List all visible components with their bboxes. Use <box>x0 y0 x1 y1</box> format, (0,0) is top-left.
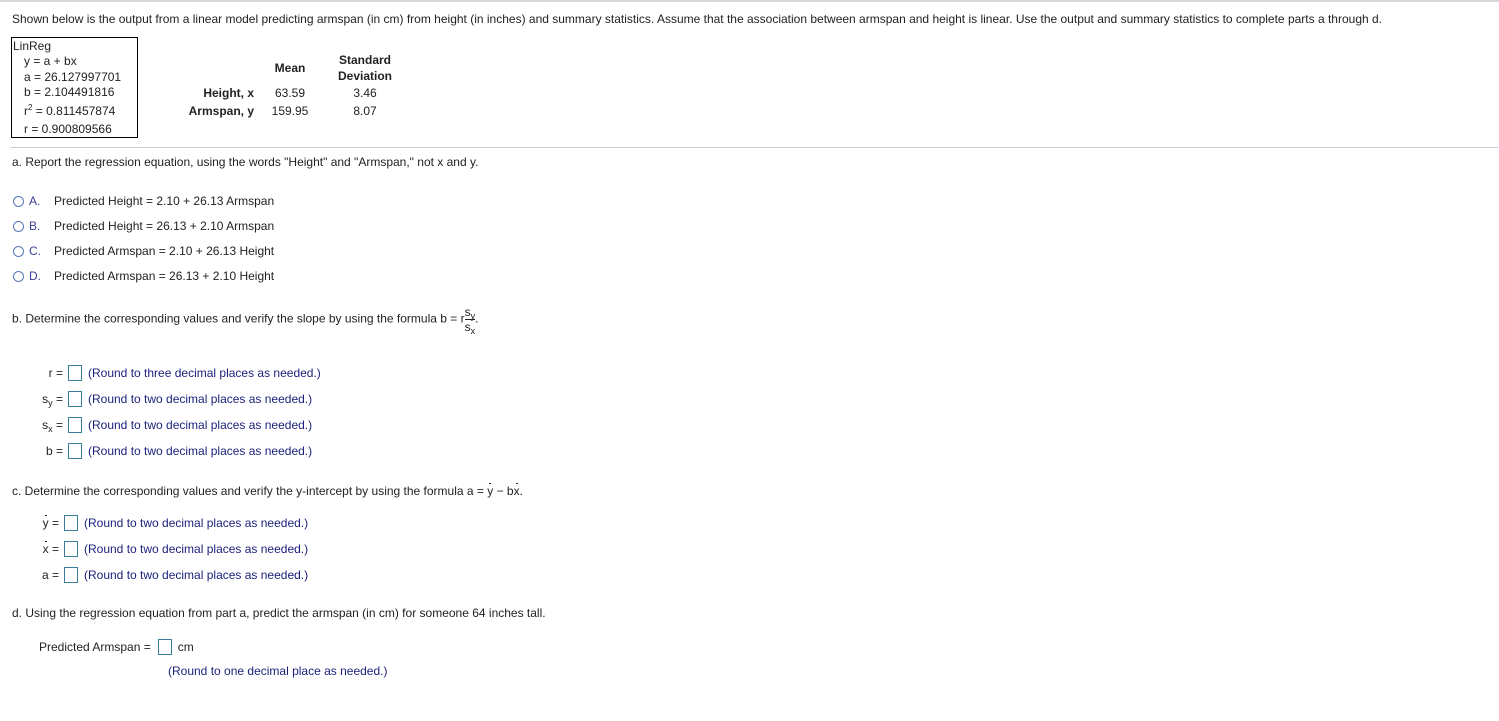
part-d-question: d. Using the regression equation from pa… <box>12 606 546 620</box>
numerator-subscript: y <box>470 311 476 321</box>
answer-row-xbar: x = (Round to two decimal places as need… <box>30 540 308 558</box>
option-b-text: Predicted Height = 26.13 + 2.10 Armspan <box>54 219 275 233</box>
label-a: a = <box>41 568 59 582</box>
hint-r: (Round to three decimal places as needed… <box>88 366 321 380</box>
denominator-subscript: x <box>470 326 476 336</box>
linreg-equation: y = a + bx <box>24 54 77 68</box>
fraction-denominator: sx <box>465 321 476 336</box>
hint-xbar: (Round to two decimal places as needed.) <box>84 542 309 556</box>
label-sy: sy = <box>30 392 63 408</box>
radio-button-d[interactable] <box>13 270 24 282</box>
hint-b: (Round to two decimal places as needed.) <box>88 444 313 458</box>
input-b[interactable] <box>68 443 82 459</box>
part-b-period: . <box>475 311 479 326</box>
label-ybar: y = <box>30 515 59 530</box>
r2-number: = 0.811457874 <box>32 104 116 118</box>
header-deviation: Deviation <box>337 69 392 83</box>
radio-button-c[interactable] <box>13 245 24 257</box>
label-ybar-eq: = <box>48 516 59 530</box>
hint-sy: (Round to two decimal places as needed.) <box>88 392 313 406</box>
label-xbar-eq: = <box>48 542 59 556</box>
label-sy-eq: = <box>52 392 63 406</box>
radio-button-b[interactable] <box>13 220 24 232</box>
input-sx[interactable] <box>68 417 82 433</box>
part-c-question-text: c. Determine the corresponding values an… <box>12 484 488 498</box>
fraction-numerator: sy <box>465 306 476 321</box>
option-a-text: Predicted Height = 2.10 + 26.13 Armspan <box>54 194 275 208</box>
option-c-letter: C. <box>29 244 41 258</box>
input-r[interactable] <box>68 365 82 381</box>
linreg-output-box: LinReg y = a + bx a = 26.127997701 b = 2… <box>11 37 138 138</box>
input-xbar[interactable] <box>64 541 78 557</box>
input-a[interactable] <box>64 567 78 583</box>
height-mean: 63.59 <box>274 86 306 100</box>
linreg-r-value: r = 0.900809566 <box>24 122 112 136</box>
hint-ybar: (Round to two decimal places as needed.) <box>84 516 309 530</box>
label-ybar-var: y <box>42 515 49 530</box>
hint-a: (Round to two decimal places as needed.) <box>84 568 309 582</box>
label-sx-eq: = <box>52 418 63 432</box>
option-d-letter: D. <box>29 269 41 283</box>
part-b-question-text: b. Determine the corresponding values an… <box>12 311 465 326</box>
section-divider <box>10 147 1498 148</box>
answer-row-predicted-armspan: Predicted Armspan = cm <box>39 638 194 656</box>
hint-predicted-armspan: (Round to one decimal place as needed.) <box>168 664 388 678</box>
option-a-letter: A. <box>29 194 41 208</box>
option-b[interactable]: B. Predicted Height = 26.13 + 2.10 Armsp… <box>13 218 274 234</box>
part-c-period: . <box>519 484 523 498</box>
option-c[interactable]: C. Predicted Armspan = 2.10 + 26.13 Heig… <box>13 243 274 259</box>
answer-row-ybar: y = (Round to two decimal places as need… <box>30 514 308 532</box>
minus-b: − b <box>493 484 514 498</box>
unit-cm: cm <box>177 640 194 654</box>
option-c-text: Predicted Armspan = 2.10 + 26.13 Height <box>54 244 275 258</box>
linreg-r2-value: r2 = 0.811457874 <box>24 104 116 119</box>
answer-row-r: r = (Round to three decimal places as ne… <box>30 364 321 382</box>
label-predicted-armspan: Predicted Armspan = <box>39 640 151 654</box>
option-d[interactable]: D. Predicted Armspan = 26.13 + 2.10 Heig… <box>13 268 274 284</box>
answer-row-sy: sy = (Round to two decimal places as nee… <box>30 390 312 408</box>
problem-intro: Shown below is the output from a linear … <box>12 12 1383 26</box>
hint-sx: (Round to two decimal places as needed.) <box>88 418 313 432</box>
label-r: r = <box>48 366 63 380</box>
armspan-sd: 8.07 <box>353 104 377 118</box>
answer-row-sx: sx = (Round to two decimal places as nee… <box>30 416 312 434</box>
linreg-a-value: a = 26.127997701 <box>24 70 122 84</box>
label-sx: sx = <box>30 418 63 434</box>
row-label-armspan: Armspan, y <box>188 104 254 118</box>
label-xbar: x = <box>30 541 59 556</box>
label-xbar-var: x <box>42 541 49 556</box>
input-predicted-armspan[interactable] <box>157 639 172 655</box>
linreg-b-value: b = 2.104491816 <box>24 85 115 99</box>
answer-row-a: a = (Round to two decimal places as need… <box>30 566 308 584</box>
label-b: b = <box>45 444 63 458</box>
option-b-letter: B. <box>29 219 41 233</box>
input-ybar[interactable] <box>64 515 78 531</box>
x-bar-symbol: x <box>513 483 520 498</box>
option-a[interactable]: A. Predicted Height = 2.10 + 26.13 Armsp… <box>13 193 274 209</box>
header-mean: Mean <box>274 61 306 75</box>
radio-button-a[interactable] <box>13 195 24 207</box>
row-label-height: Height, x <box>203 86 254 100</box>
part-b-question: b. Determine the corresponding values an… <box>12 306 479 336</box>
y-bar-symbol: y <box>487 483 494 498</box>
height-sd: 3.46 <box>353 86 377 100</box>
part-a-question: a. Report the regression equation, using… <box>12 155 479 169</box>
input-sy[interactable] <box>68 391 82 407</box>
part-c-question: c. Determine the corresponding values an… <box>12 483 523 498</box>
slope-formula-fraction: sy sx <box>464 306 476 336</box>
header-standard: Standard <box>338 53 391 67</box>
linreg-title: LinReg <box>13 39 52 53</box>
option-d-text: Predicted Armspan = 26.13 + 2.10 Height <box>54 269 275 283</box>
armspan-mean: 159.95 <box>271 104 309 118</box>
answer-row-b: b = (Round to two decimal places as need… <box>30 442 312 460</box>
